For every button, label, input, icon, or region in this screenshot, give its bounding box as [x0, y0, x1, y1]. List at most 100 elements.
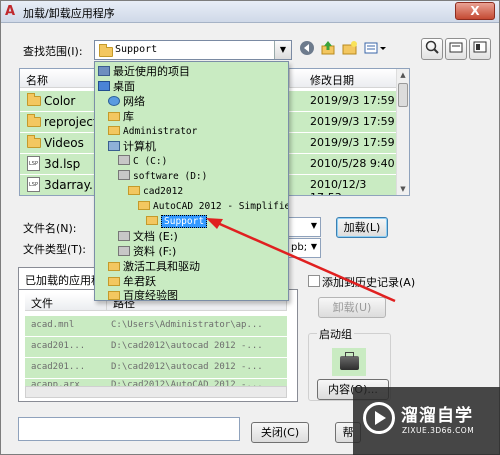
library-icon — [108, 112, 120, 121]
back-button[interactable] — [297, 40, 317, 60]
up-folder-button[interactable] — [318, 40, 338, 60]
scroll-down-icon[interactable]: ▼ — [397, 183, 409, 195]
dropdown-item-autocad2012[interactable]: AutoCAD 2012 - Simplifie — [138, 199, 288, 214]
loaded-file: acad.mnl — [31, 320, 75, 330]
watermark: 溜溜自学 ZIXUE.3D66.COM — [353, 387, 500, 455]
folder-icon — [27, 135, 41, 148]
load-button[interactable]: 加载(L) — [336, 217, 388, 238]
dropdown-item-label: 资料 (F:) — [133, 245, 177, 258]
folder-icon — [99, 44, 113, 57]
folder-icon — [138, 201, 150, 210]
filename-label: 文件名(N): — [23, 222, 77, 235]
dropdown-item-mou-junyue[interactable]: 牟君跃 — [108, 274, 156, 289]
scroll-thumb[interactable] — [398, 83, 408, 107]
loaded-list-hscrollbar[interactable] — [25, 386, 287, 398]
drive-icon — [118, 246, 130, 256]
dropdown-item-support[interactable]: Support — [146, 214, 208, 229]
dropdown-item-recent[interactable]: 最近使用的项目 — [98, 64, 190, 79]
new-folder-button[interactable] — [340, 40, 360, 60]
file-name: Color — [44, 94, 76, 108]
watermark-title: 溜溜自学 — [401, 406, 473, 426]
dropdown-item-administrator[interactable]: Administrator — [108, 124, 197, 139]
up-folder-icon — [321, 41, 335, 55]
dropdown-item-label: 桌面 — [113, 80, 135, 93]
startup-group-label: 启动组 — [317, 326, 354, 342]
column-header-date[interactable]: 修改日期 — [290, 69, 398, 88]
dropdown-item-label: software (D:) — [133, 171, 208, 182]
computer-icon — [108, 141, 120, 151]
chevron-down-icon[interactable]: ▼ — [311, 221, 317, 230]
folder-icon — [108, 291, 120, 300]
folder-icon — [27, 93, 41, 106]
chevron-down-icon[interactable]: ▼ — [311, 242, 317, 251]
close-button[interactable]: 关闭(C) — [251, 422, 309, 443]
tools-button-1[interactable] — [445, 38, 467, 60]
panel-icon — [473, 41, 487, 53]
views-button[interactable] — [362, 40, 390, 60]
dropdown-item-label: 牟君跃 — [123, 275, 156, 288]
look-in-dropdown[interactable]: 最近使用的项目 桌面 网络 库 Administrator 计算机 C (C:)… — [94, 61, 289, 301]
dropdown-item-label: Support — [161, 215, 208, 228]
watermark-subtitle: ZIXUE.3D66.COM — [402, 426, 475, 435]
dropdown-item-drive-e[interactable]: 文档 (E:) — [118, 229, 178, 244]
loaded-file: acad201... — [31, 362, 86, 372]
tab-loaded-apps[interactable]: 已加载的应用程 — [18, 267, 102, 289]
drive-icon — [118, 155, 130, 165]
find-icon — [425, 40, 439, 54]
desktop-icon — [98, 81, 110, 91]
dropdown-item-cad2012[interactable]: cad2012 — [128, 184, 183, 199]
file-date: 2010/5/28 9:40 — [310, 157, 395, 170]
find-file-button[interactable] — [421, 38, 443, 60]
unload-button[interactable]: 卸载(U) — [318, 297, 386, 318]
dropdown-item-baidu-images[interactable]: 百度经验图 — [108, 288, 178, 300]
loaded-row[interactable]: acad201... D:\cad2012\autocad 2012 -... — [25, 337, 287, 357]
dropdown-item-desktop[interactable]: 桌面 — [98, 79, 135, 94]
back-arrow-icon — [300, 41, 314, 55]
tools-button-2[interactable] — [469, 38, 491, 60]
dropdown-item-computer[interactable]: 计算机 — [108, 139, 156, 154]
dropdown-item-drive-d[interactable]: software (D:) — [118, 169, 207, 184]
file-list-scrollbar[interactable]: ▲ ▼ — [396, 69, 409, 195]
dropdown-item-library[interactable]: 库 — [108, 109, 134, 124]
file-name: reproject — [44, 115, 98, 129]
file-date: 2019/9/3 17:59 — [310, 94, 395, 107]
dropdown-item-label: 激活工具和驱动 — [123, 260, 200, 273]
loaded-row[interactable]: acad.mnl C:\Users\Administrator\ap... — [25, 316, 287, 336]
filetype-label: 文件类型(T): — [23, 243, 87, 256]
file-name: Videos — [44, 136, 84, 150]
dropdown-item-label: 文档 (E:) — [133, 230, 178, 243]
title-bar: A 加载/卸载应用程序 X — [1, 1, 499, 23]
folder-icon — [27, 114, 41, 127]
look-in-combo[interactable]: Support ▼ — [94, 40, 292, 60]
dropdown-item-network[interactable]: 网络 — [108, 94, 145, 109]
folder-icon — [128, 186, 140, 195]
loaded-path: D:\cad2012\autocad 2012 -... — [111, 341, 263, 351]
folder-icon — [108, 277, 120, 286]
views-menu-icon — [364, 42, 386, 54]
chevron-down-icon[interactable]: ▼ — [274, 41, 291, 59]
recent-icon — [98, 66, 110, 76]
dropdown-item-drive-c[interactable]: C (C:) — [118, 154, 167, 169]
load-unload-dialog: A 加载/卸载应用程序 X 查找范围(I): Support ▼ 名称 修改日期… — [0, 0, 500, 455]
dropdown-item-activation-tools[interactable]: 激活工具和驱动 — [108, 259, 200, 274]
loaded-file: acad201... — [31, 341, 86, 351]
dropdown-item-drive-f[interactable]: 资料 (F:) — [118, 244, 176, 259]
window-title: 加载/卸载应用程序 — [23, 7, 115, 20]
status-box — [18, 417, 240, 441]
lsp-file-icon: LSP — [27, 177, 40, 192]
autocad-app-icon: A — [5, 4, 16, 19]
new-folder-icon — [342, 41, 357, 55]
filetype-value: pb; — [291, 242, 308, 253]
history-checkbox[interactable] — [308, 275, 320, 287]
loaded-path: D:\cad2012\autocad 2012 -... — [111, 362, 263, 372]
loaded-path: C:\Users\Administrator\ap... — [111, 320, 263, 330]
play-logo-icon — [363, 402, 395, 434]
lsp-file-icon: LSP — [27, 156, 40, 171]
network-icon — [108, 96, 120, 106]
loaded-row[interactable]: acad201... D:\cad2012\autocad 2012 -... — [25, 358, 287, 378]
scroll-up-icon[interactable]: ▲ — [397, 69, 409, 81]
startup-suitcase-button[interactable] — [332, 348, 366, 376]
window-close-button[interactable]: X — [455, 2, 495, 20]
folder-icon — [146, 216, 158, 225]
loaded-apps-panel: 文件 路径 acad.mnl C:\Users\Administrator\ap… — [18, 289, 298, 402]
